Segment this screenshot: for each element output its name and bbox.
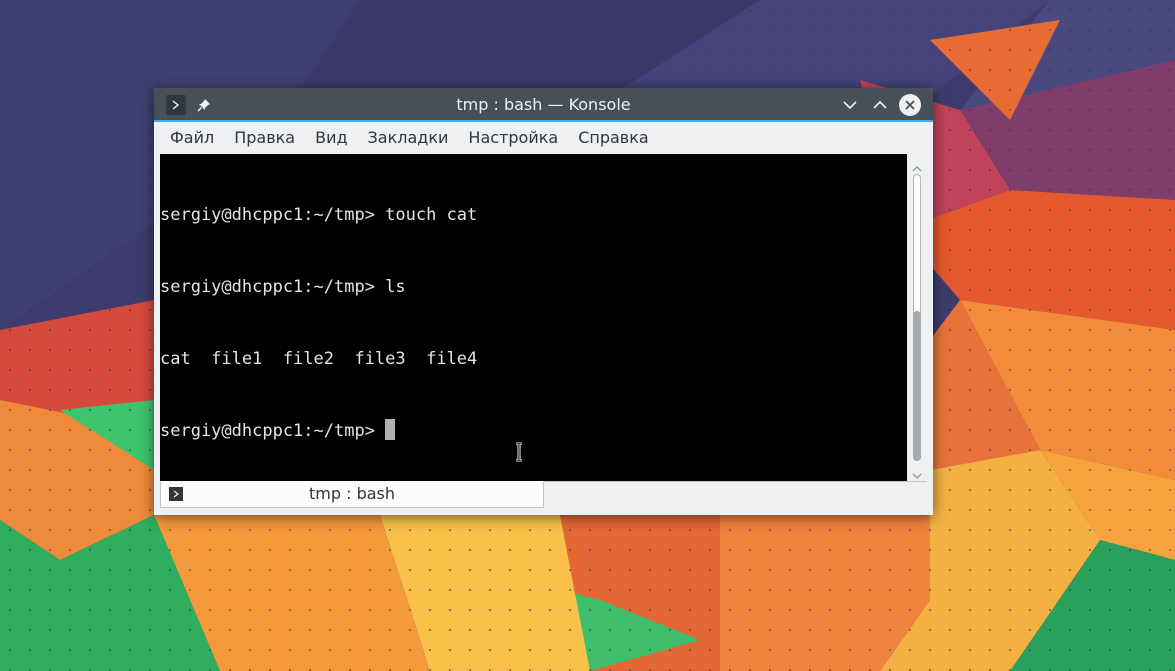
text-cursor [385,419,396,440]
menu-file[interactable]: Файл [160,122,224,154]
terminal-area[interactable]: sergiy@dhcppc1:~/tmp> touch cat sergiy@d… [160,154,907,481]
minimize-button[interactable] [839,94,861,116]
scroll-thumb[interactable] [913,311,921,461]
chevron-down-icon [843,101,857,110]
konsole-window: tmp : bash — Konsole Файл Правка Вид Зак… [154,88,933,515]
tab-bar: tmp : bash [160,481,927,509]
terminal-output: sergiy@dhcppc1:~/tmp> touch cat sergiy@d… [160,155,477,481]
terminal-line: cat file1 file2 file3 file4 [160,349,478,369]
tab-tmp-bash[interactable]: tmp : bash [160,481,544,508]
menu-help[interactable]: Справка [568,122,659,154]
terminal-prompt: sergiy@dhcppc1:~/tmp> [160,421,386,441]
terminal-prompt-line: sergiy@dhcppc1:~/tmp> [160,419,477,443]
terminal-line: sergiy@dhcppc1:~/tmp> touch cat [160,205,478,225]
menu-bookmarks[interactable]: Закладки [358,122,459,154]
menu-view[interactable]: Вид [305,122,357,154]
close-icon [905,100,915,110]
menu-settings[interactable]: Настройка [458,122,568,154]
text-cursor-icon [515,441,523,466]
window-title: tmp : bash — Konsole [456,95,631,114]
menu-bar: Файл Правка Вид Закладки Настройка Справ… [154,122,933,154]
terminal-scrollbar[interactable] [909,154,925,481]
terminal-line: sergiy@dhcppc1:~/tmp> ls [160,277,406,297]
menu-edit[interactable]: Правка [224,122,305,154]
maximize-button[interactable] [869,94,891,116]
title-bar[interactable]: tmp : bash — Konsole [154,88,933,122]
close-button[interactable] [899,94,921,116]
chevron-up-icon [873,100,887,109]
tab-label: tmp : bash [308,484,395,503]
